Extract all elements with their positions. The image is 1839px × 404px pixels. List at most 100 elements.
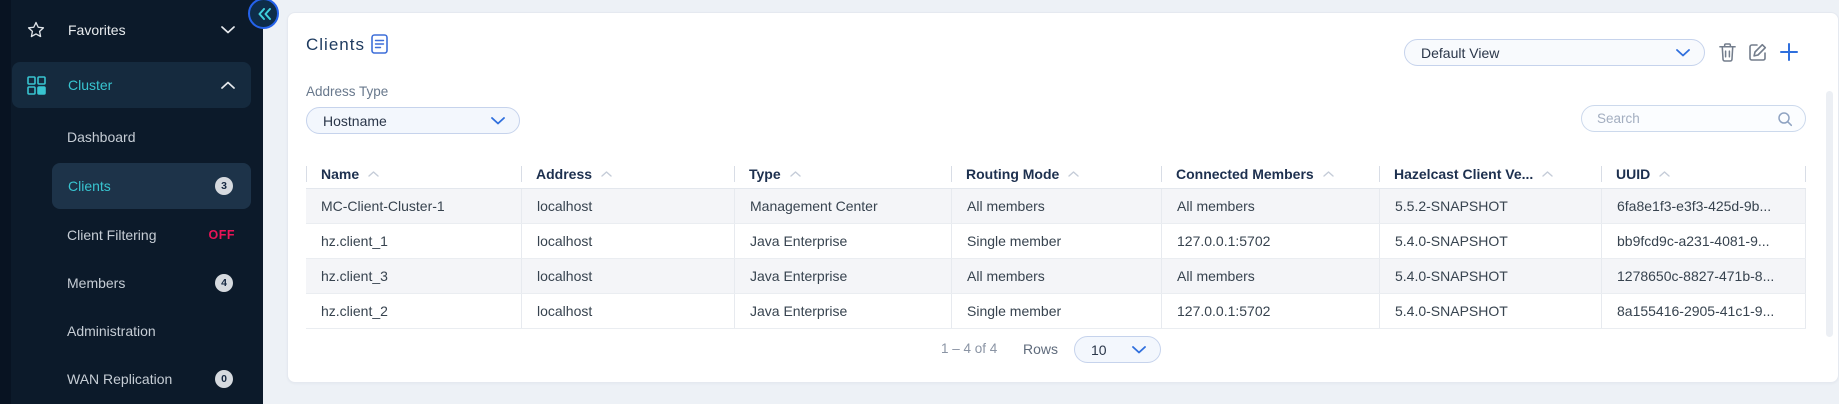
sidebar-item-administration[interactable]: Administration <box>12 311 251 351</box>
cell-client-version: 5.4.0-SNAPSHOT <box>1379 259 1601 293</box>
address-type-select[interactable]: Hostname <box>306 107 520 134</box>
clients-count-badge: 3 <box>215 177 233 195</box>
cell-routing-mode: All members <box>951 189 1161 223</box>
sidebar-item-client-filtering[interactable]: Client Filtering OFF <box>12 215 251 255</box>
search-box <box>1581 105 1806 132</box>
cell-name: hz.client_1 <box>306 224 521 258</box>
cell-type: Java Enterprise <box>734 294 951 328</box>
search-icon <box>1777 111 1793 127</box>
cell-address: localhost <box>521 189 734 223</box>
cell-client-version: 5.4.0-SNAPSHOT <box>1379 294 1601 328</box>
sidebar-item-favorites[interactable]: Favorites <box>12 7 251 53</box>
edit-icon <box>1748 42 1768 62</box>
cell-uuid: bb9fcd9c-a231-4081-9... <box>1601 224 1806 258</box>
cell-connected-members: All members <box>1161 259 1379 293</box>
chevron-down-icon <box>491 117 505 125</box>
chevron-down-icon <box>221 26 235 34</box>
column-header-label: Hazelcast Client Ve... <box>1394 160 1533 188</box>
cell-name: hz.client_3 <box>306 259 521 293</box>
sort-up-icon <box>790 171 801 177</box>
address-type-value: Hostname <box>323 113 387 129</box>
sort-up-icon <box>1542 171 1553 177</box>
cell-type: Java Enterprise <box>734 224 951 258</box>
column-header-label: Type <box>749 160 781 188</box>
address-type-label: Address Type <box>306 84 388 99</box>
sort-up-icon <box>1659 171 1670 177</box>
table-header: Name Address Type Routing Mode Connected… <box>306 159 1806 189</box>
cell-connected-members: 127.0.0.1:5702 <box>1161 224 1379 258</box>
grid-icon <box>26 76 46 95</box>
add-view-button[interactable] <box>1778 41 1800 63</box>
sidebar-item-label: Clients <box>68 178 111 194</box>
client-filtering-status-badge: OFF <box>209 228 236 242</box>
column-header-label: Routing Mode <box>966 160 1059 188</box>
view-select-value: Default View <box>1421 45 1499 61</box>
plus-icon <box>1779 42 1799 62</box>
rows-per-page-value: 10 <box>1091 342 1107 358</box>
column-header-label: Connected Members <box>1176 160 1314 188</box>
star-icon <box>26 20 46 40</box>
column-header-hazelcast-client-version[interactable]: Hazelcast Client Ve... <box>1379 159 1601 189</box>
sidebar-item-clients[interactable]: Clients 3 <box>52 163 251 209</box>
trash-icon <box>1718 42 1737 63</box>
cell-client-version: 5.5.2-SNAPSHOT <box>1379 189 1601 223</box>
table-scrollbar[interactable] <box>1826 91 1833 337</box>
view-select[interactable]: Default View <box>1404 39 1705 66</box>
sidebar-item-label: Administration <box>67 323 156 339</box>
column-header-label: UUID <box>1616 160 1650 188</box>
sidebar-item-label: Dashboard <box>67 129 136 145</box>
column-header-name[interactable]: Name <box>306 159 521 189</box>
rows-per-page-label: Rows <box>1023 334 1058 364</box>
members-count-badge: 4 <box>215 274 233 292</box>
cell-uuid: 6fa8e1f3-e3f3-425d-9b... <box>1601 189 1806 223</box>
sidebar-item-dashboard[interactable]: Dashboard <box>12 117 251 157</box>
clients-panel: Clients Default View <box>287 12 1839 383</box>
sidebar-item-members[interactable]: Members 4 <box>12 263 251 303</box>
edit-view-button[interactable] <box>1747 41 1769 63</box>
sidebar-item-label: Cluster <box>68 77 112 93</box>
cell-connected-members: 127.0.0.1:5702 <box>1161 294 1379 328</box>
cell-name: hz.client_2 <box>306 294 521 328</box>
cell-routing-mode: Single member <box>951 294 1161 328</box>
sidebar-item-wan-replication[interactable]: WAN Replication 0 <box>12 359 251 399</box>
collapse-sidebar-button[interactable] <box>248 0 279 29</box>
pagination-range: 1 – 4 of 4 <box>941 334 997 364</box>
column-header-label: Name <box>321 160 359 188</box>
sidebar-item-cluster[interactable]: Cluster <box>12 62 251 108</box>
table-row[interactable]: MC-Client-Cluster-1 localhost Management… <box>306 189 1806 224</box>
cell-name: MC-Client-Cluster-1 <box>306 189 521 223</box>
table-row[interactable]: hz.client_2 localhost Java Enterprise Si… <box>306 294 1806 329</box>
cell-type: Management Center <box>734 189 951 223</box>
column-header-routing-mode[interactable]: Routing Mode <box>951 159 1161 189</box>
cell-address: localhost <box>521 224 734 258</box>
delete-view-button[interactable] <box>1716 41 1738 63</box>
document-icon[interactable] <box>371 34 388 59</box>
rows-per-page-select[interactable]: 10 <box>1074 336 1161 363</box>
wan-replication-count-badge: 0 <box>215 370 233 388</box>
sort-up-icon <box>1068 171 1079 177</box>
sort-up-icon <box>1323 171 1334 177</box>
cell-routing-mode: Single member <box>951 224 1161 258</box>
sidebar-item-label: Favorites <box>68 22 126 38</box>
column-header-uuid[interactable]: UUID <box>1601 159 1806 189</box>
cell-connected-members: All members <box>1161 189 1379 223</box>
collapse-sidebar-icon <box>256 8 271 20</box>
cell-uuid: 1278650c-8827-471b-8... <box>1601 259 1806 293</box>
chevron-down-icon <box>1676 49 1690 57</box>
chevron-down-icon <box>1132 346 1146 354</box>
cell-address: localhost <box>521 294 734 328</box>
table-row[interactable]: hz.client_1 localhost Java Enterprise Si… <box>306 224 1806 259</box>
page-title: Clients <box>306 34 365 56</box>
cell-routing-mode: All members <box>951 259 1161 293</box>
column-header-connected-members[interactable]: Connected Members <box>1161 159 1379 189</box>
sidebar-item-label: Client Filtering <box>67 227 156 243</box>
search-input[interactable] <box>1597 111 1777 126</box>
table-body: MC-Client-Cluster-1 localhost Management… <box>306 189 1806 329</box>
column-header-address[interactable]: Address <box>521 159 734 189</box>
sort-up-icon <box>601 171 612 177</box>
sidebar: Favorites Cluster Dashboard Clients 3 Cl… <box>0 0 263 404</box>
column-header-type[interactable]: Type <box>734 159 951 189</box>
cell-address: localhost <box>521 259 734 293</box>
cell-uuid: 8a155416-2905-41c1-9... <box>1601 294 1806 328</box>
table-row[interactable]: hz.client_3 localhost Java Enterprise Al… <box>306 259 1806 294</box>
